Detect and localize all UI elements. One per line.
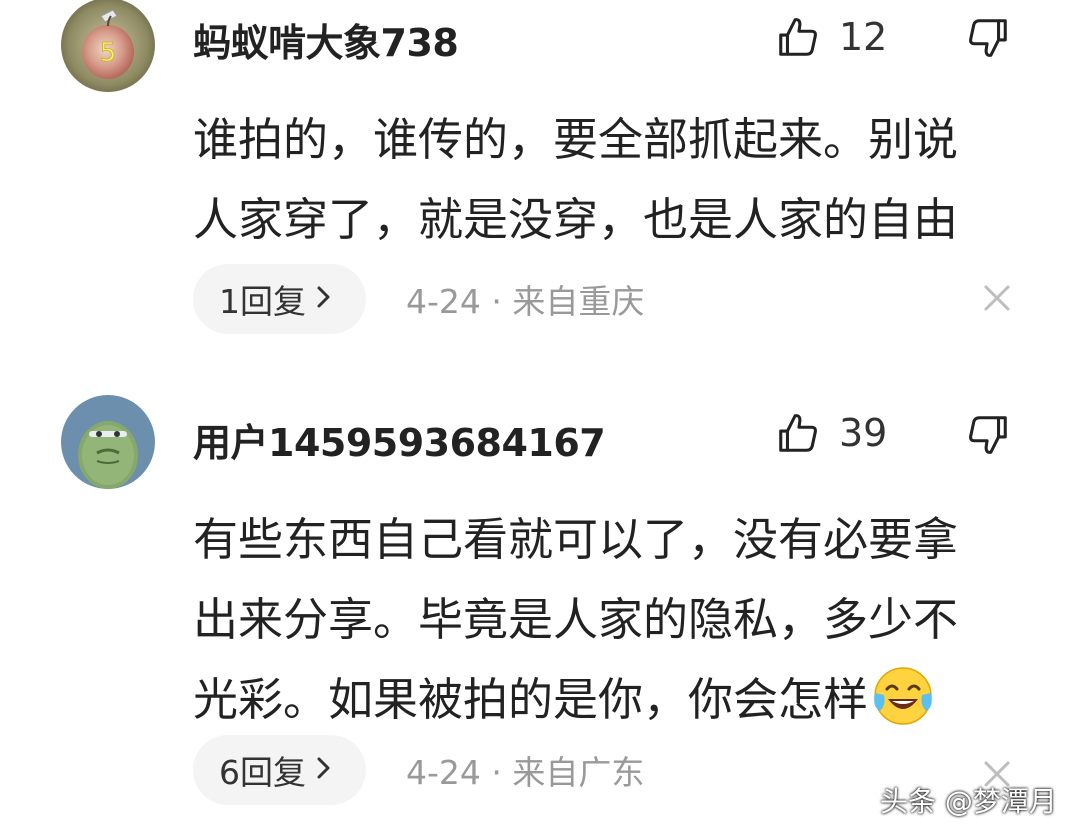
thumbs-up-icon xyxy=(779,414,817,452)
username[interactable]: 蚂蚁啃大象738 xyxy=(193,12,459,67)
like-button[interactable]: 39 xyxy=(775,408,887,458)
reply-count-label: 6回复 xyxy=(219,753,306,792)
reply-count-label: 1回复 xyxy=(219,282,306,321)
like-count: 12 xyxy=(839,15,888,59)
like-button[interactable]: 12 xyxy=(775,12,887,62)
username[interactable]: 用户1459593684167 xyxy=(193,412,606,467)
comment-meta: 1回复 4-24 · 来自重庆 xyxy=(193,264,644,334)
chevron-right-icon xyxy=(316,753,332,788)
watermark: 头条 @梦潭月 xyxy=(880,785,1057,818)
laughing-crying-emoji-icon xyxy=(874,667,932,725)
comment-meta: 6回复 4-24 · 来自广东 xyxy=(193,735,644,805)
thumbs-down-icon[interactable] xyxy=(965,15,1011,61)
comment-date-location: 4-24 · 来自广东 xyxy=(406,753,645,792)
comment-list: 5 蚂蚁啃大象738 12 谁拍的，谁传的，要全部抓起来。别说 人家穿了，就是没… xyxy=(0,0,1079,833)
view-replies-button[interactable]: 1回复 xyxy=(193,264,366,334)
avatar[interactable] xyxy=(61,395,155,489)
svg-text:5: 5 xyxy=(100,38,117,68)
view-replies-button[interactable]: 6回复 xyxy=(193,735,366,805)
close-icon[interactable] xyxy=(982,283,1012,313)
comment-text: 有些东西自己看就可以了，没有必要拿 出来分享。毕竟是人家的隐私，多少不 光彩。如… xyxy=(193,500,1023,740)
like-count: 39 xyxy=(839,411,888,455)
comment-date-location: 4-24 · 来自重庆 xyxy=(406,282,645,321)
comment-text-line: 谁拍的，谁传的，要全部抓起来。别说 xyxy=(193,113,959,166)
comment-text-line: 光彩。如果被拍的是你，你会怎样 xyxy=(193,660,1023,740)
comment-text: 谁拍的，谁传的，要全部抓起来。别说 人家穿了，就是没穿，也是人家的自由 xyxy=(193,100,1023,260)
thumbs-down-icon[interactable] xyxy=(965,412,1011,458)
comment-text-line: 人家穿了，就是没穿，也是人家的自由 xyxy=(193,193,959,246)
comment-text-segment: 光彩。如果被拍的是你，你会怎样 xyxy=(193,673,869,726)
avatar[interactable]: 5 xyxy=(61,0,155,92)
chevron-right-icon xyxy=(316,282,332,317)
comment-text-line: 出来分享。毕竟是人家的隐私，多少不 xyxy=(193,593,959,646)
thumbs-up-icon xyxy=(779,18,817,56)
comment-text-line: 有些东西自己看就可以了，没有必要拿 xyxy=(193,513,959,566)
